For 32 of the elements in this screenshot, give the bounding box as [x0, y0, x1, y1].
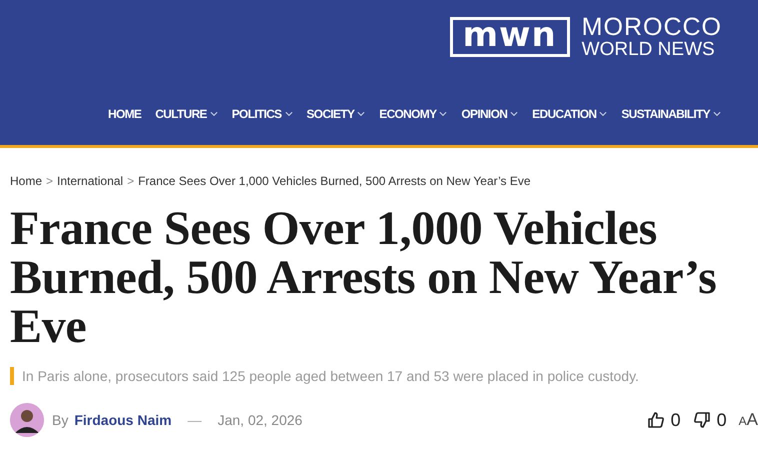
- chevron-down-icon: [510, 111, 518, 117]
- dislike-count: 0: [716, 410, 727, 430]
- chevron-down-icon: [712, 111, 721, 117]
- nav-link[interactable]: SUSTAINABILITY: [621, 107, 721, 121]
- nav-link[interactable]: SOCIETY: [306, 107, 366, 121]
- breadcrumb-link[interactable]: International: [57, 174, 124, 188]
- nav-link[interactable]: HOME: [108, 107, 142, 121]
- chevron-down-icon: [599, 111, 608, 117]
- nav-link[interactable]: OPINION: [461, 107, 518, 121]
- chevron-down-icon: [439, 111, 448, 117]
- font-size-button[interactable]: AA: [738, 410, 758, 430]
- publish-date: Jan, 02, 2026: [218, 412, 302, 428]
- like-count: 0: [670, 410, 681, 430]
- byline-dash: —: [188, 412, 202, 428]
- chevron-down-icon: [210, 111, 218, 117]
- author-avatar: [10, 403, 44, 437]
- chevron-down-icon: [357, 111, 366, 117]
- thumbs-down-icon[interactable]: [692, 411, 711, 429]
- nav-link[interactable]: ECONOMY: [379, 107, 448, 121]
- breadcrumb-link[interactable]: Home: [10, 174, 42, 188]
- article-title: France Sees Over 1,000 Vehicles Burned, 500 Arrests on New Year’s Eve: [10, 204, 718, 351]
- byline-prefix: By: [52, 412, 68, 428]
- nav-link[interactable]: EDUCATION: [532, 107, 608, 121]
- nav-link[interactable]: POLITICS: [232, 107, 292, 121]
- breadcrumb-current: France Sees Over 1,000 Vehicles Burned, 500 Arrests on New Year’s Eve: [138, 174, 531, 188]
- author-link[interactable]: Firdaous Naim: [74, 412, 172, 428]
- thumbs-up-icon[interactable]: [646, 411, 665, 429]
- nav-link[interactable]: CULTURE: [155, 107, 218, 121]
- breadcrumb-separator: >: [127, 174, 134, 188]
- article-subtitle: In Paris alone, prosecutors said 125 people aged between 17 and 53 were placed in police custody.: [10, 367, 748, 385]
- breadcrumb-separator: >: [46, 174, 54, 188]
- chevron-down-icon: [284, 111, 292, 117]
